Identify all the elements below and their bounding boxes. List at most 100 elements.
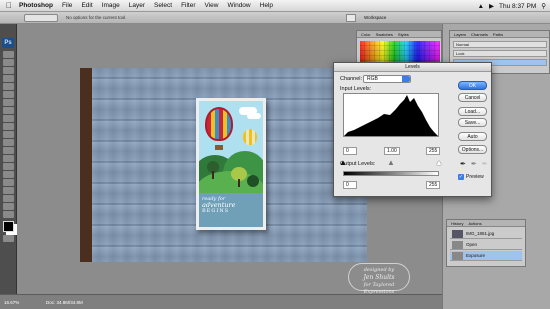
history-item-open[interactable]: Open [450,240,522,250]
tree [247,175,259,187]
tab-swatches[interactable]: Swatches [376,32,393,37]
tab-channels[interactable]: Channels [471,32,488,37]
apple-icon[interactable]:  [6,1,14,10]
load-button[interactable]: Load... [458,107,487,116]
quick-select-tool-icon[interactable] [2,75,14,82]
zoom-tool-icon[interactable] [2,203,14,210]
save-button[interactable]: Save... [458,118,487,127]
blur-tool-icon[interactable] [2,147,14,154]
channel-select[interactable]: RGB [363,75,411,83]
watermark-line1: designed by [363,267,395,273]
tab-color[interactable]: Color [361,32,371,37]
lasso-tool-icon[interactable] [2,67,14,74]
zoom-level[interactable]: 16.67% [4,300,19,305]
type-tool-icon[interactable] [2,171,14,178]
open-step-icon [452,241,463,249]
menu-select[interactable]: Select [154,2,172,9]
card-text-sub: BEGINS [202,208,230,214]
workspace-dropdown-icon[interactable] [346,14,356,22]
eyedropper-tool-icon[interactable] [2,91,14,98]
quick-mask-icon[interactable] [2,235,14,242]
color-swatches[interactable] [2,221,14,232]
white-point-slider[interactable]: ▲ [435,158,443,168]
shape-tool-icon[interactable] [2,187,14,194]
tab-layers[interactable]: Layers [454,32,466,37]
greeting-card: ready for adventure BEGINS [196,98,266,230]
menu-view[interactable]: View [205,2,219,9]
menu-app[interactable]: Photoshop [19,2,53,9]
channel-label: Channel: [340,76,363,82]
clock[interactable]: Thu 8:37 PM [499,3,536,10]
photoshop-logo: Ps [2,38,14,48]
move-tool-icon[interactable] [2,51,14,58]
input-white-field[interactable]: 255 [426,147,440,155]
dialog-title: Levels [334,63,491,72]
options-note: No options for the current tool. [66,15,127,20]
preview-checkbox[interactable]: ✓ Preview [458,174,484,180]
channel-value: RGB [367,76,378,82]
input-gamma-field[interactable]: 1.00 [384,147,400,155]
menu-file[interactable]: File [62,2,72,9]
input-black-field[interactable]: 0 [343,147,357,155]
tool-preset-picker[interactable] [24,14,58,22]
options-button[interactable]: Options... [458,145,487,154]
volume-icon[interactable]: ▶ [489,2,494,10]
toolbox: Ps [0,24,17,294]
path-select-tool-icon[interactable] [2,179,14,186]
cancel-button[interactable]: Cancel [458,93,487,102]
doc-size[interactable]: Doc: 34.8M/34.8M [46,300,83,305]
gray-eyedropper-icon[interactable]: ✒ [471,160,477,168]
auto-button[interactable]: Auto [458,132,487,141]
menu-image[interactable]: Image [102,2,120,9]
white-eyedropper-icon[interactable]: ✒ [482,160,488,168]
document-photo[interactable]: ready for adventure BEGINS [80,68,367,262]
menu-window[interactable]: Window [228,2,251,9]
stamp-tool-icon[interactable] [2,115,14,122]
menu-edit[interactable]: Edit [81,2,92,9]
eraser-tool-icon[interactable] [2,131,14,138]
history-snapshot[interactable]: IMG_1851.jpg [450,229,522,239]
eyedropper-group: ✒ ✒ ✒ [460,160,488,168]
gradient-tool-icon[interactable] [2,139,14,146]
layers-tabs: Layers Channels Paths [450,31,549,38]
output-levels-label: Output Levels: [340,161,376,167]
workspace-menu[interactable]: Workspace [364,15,386,20]
snapshot-thumbnail [452,230,463,238]
tab-history[interactable]: History [451,221,463,226]
black-eyedropper-icon[interactable]: ✒ [460,160,466,168]
history-item-exposure[interactable]: Exposure [450,251,522,261]
tab-paths[interactable]: Paths [493,32,503,37]
lock-row[interactable]: Lock [453,50,547,57]
output-black-field[interactable]: 0 [343,181,357,189]
menu-layer[interactable]: Layer [129,2,145,9]
history-item-label: IMG_1851.jpg [466,231,495,236]
3d-tool-icon[interactable] [2,211,14,218]
tab-styles[interactable]: Styles [398,32,409,37]
crop-tool-icon[interactable] [2,83,14,90]
big-balloon [205,107,233,141]
exposure-step-icon [452,252,463,260]
wifi-icon[interactable]: ▲ [478,3,484,10]
preview-label: Preview [466,174,484,180]
marquee-tool-icon[interactable] [2,59,14,66]
gamma-slider[interactable]: ▲ [387,158,395,168]
history-tabs: History Actions [447,220,525,227]
dodge-tool-icon[interactable] [2,155,14,162]
brush-tool-icon[interactable] [2,107,14,114]
tab-actions[interactable]: Actions [468,221,481,226]
hand-tool-icon[interactable] [2,195,14,202]
menu-filter[interactable]: Filter [181,2,195,9]
healing-tool-icon[interactable] [2,99,14,106]
options-bar: No options for the current tool. Workspa… [0,12,550,24]
output-white-field[interactable]: 255 [426,181,440,189]
menu-help[interactable]: Help [260,2,273,9]
tree-trunk [238,179,240,187]
search-icon[interactable]: ⚲ [541,2,546,10]
output-gradient[interactable] [343,171,439,176]
cloud-shape [247,113,261,119]
history-brush-tool-icon[interactable] [2,123,14,130]
histogram-graph [344,95,438,136]
pen-tool-icon[interactable] [2,163,14,170]
ok-button[interactable]: OK [458,81,487,90]
blend-mode-select[interactable]: Normal [453,41,547,48]
